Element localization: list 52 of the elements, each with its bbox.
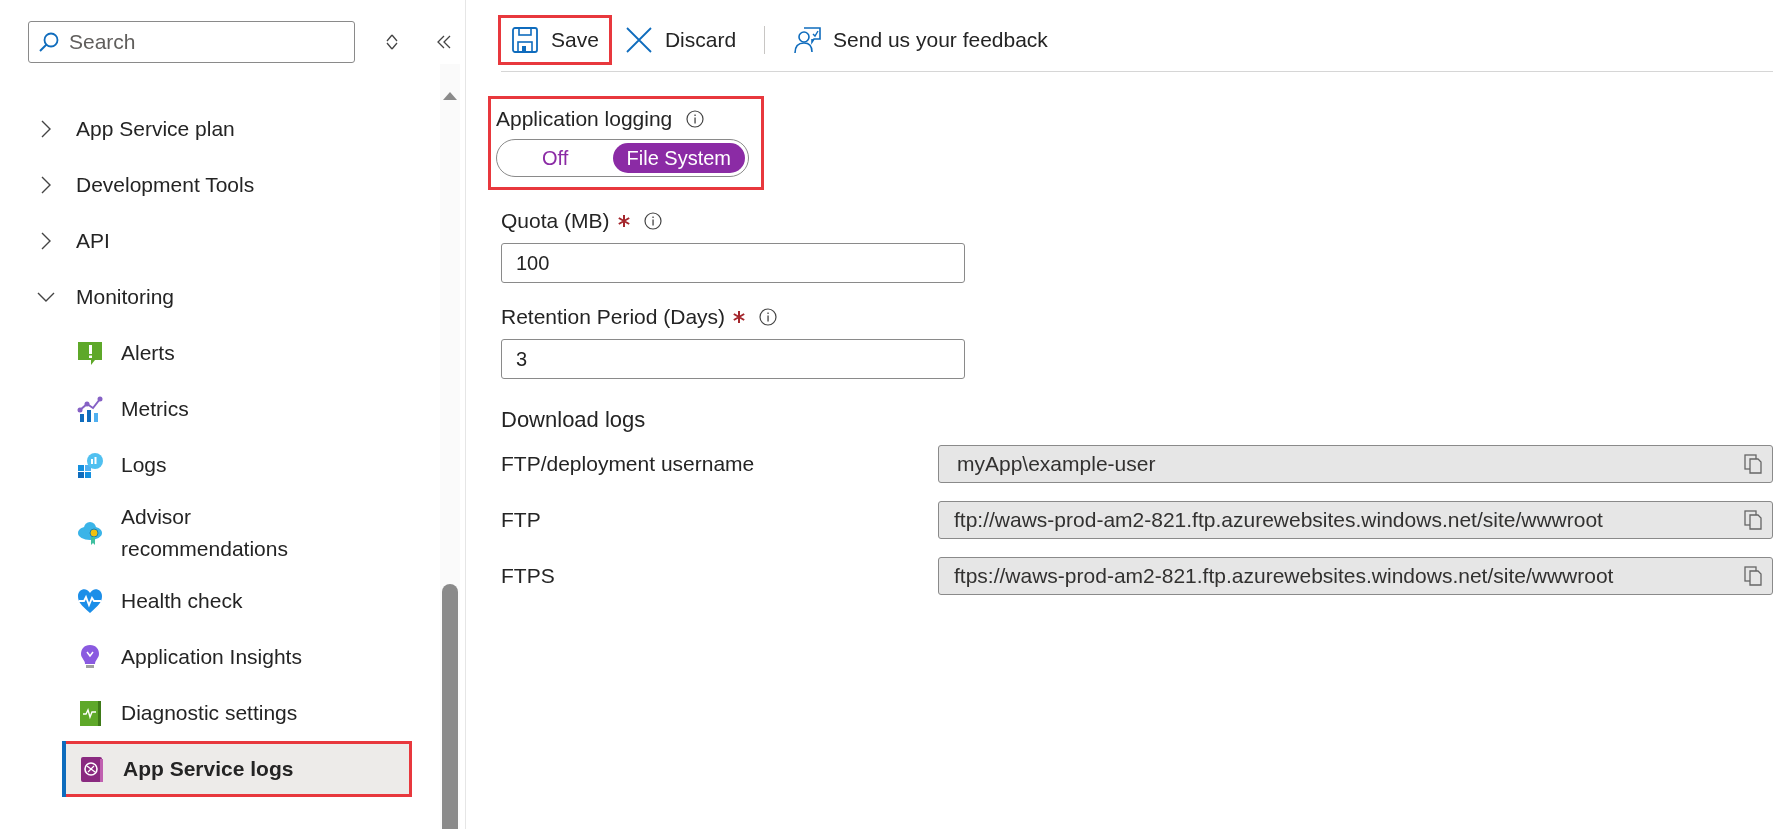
double-chevron-icon xyxy=(436,34,452,50)
logs-icon xyxy=(77,451,103,479)
info-icon xyxy=(643,212,662,230)
nav-item[interactable]: Application Insights xyxy=(0,629,412,685)
nav-group-label[interactable]: Development Tools xyxy=(76,173,255,197)
scroll-up-icon xyxy=(443,90,457,100)
nav-item[interactable]: Advisor recommendations xyxy=(0,493,412,573)
text-field[interactable]: 3 xyxy=(501,339,965,379)
nav-item[interactable]: Alerts xyxy=(0,325,412,381)
field-label: FTP/deployment username xyxy=(501,452,756,476)
close-icon xyxy=(624,26,653,54)
readonly-field[interactable]: ftp://waws-prod-am2-821.ftp.azurewebsites.windows.net/site/wwwroot xyxy=(938,501,1773,539)
feedback-button[interactable]: Send us your feedback xyxy=(783,18,1058,62)
search-icon xyxy=(38,31,60,53)
chart-icon xyxy=(77,395,103,423)
nav-group-label[interactable]: App Service plan xyxy=(76,117,235,141)
cloud-badge-icon xyxy=(77,519,103,547)
alert-icon xyxy=(77,339,103,367)
copy-icon xyxy=(1744,454,1762,474)
field-label: FTP xyxy=(501,508,542,532)
field-label: Retention Period (Days) xyxy=(501,305,726,329)
nav-item[interactable]: Metrics xyxy=(0,381,412,437)
nav-item[interactable]: Health check xyxy=(0,573,412,629)
info-icon xyxy=(686,110,705,128)
toggle-option[interactable]: Off xyxy=(528,143,583,173)
text-field[interactable]: 100 xyxy=(501,243,965,283)
search-field[interactable]: Search xyxy=(28,21,355,63)
nav-item[interactable]: Diagnostic settings xyxy=(0,685,412,741)
discard-button[interactable]: Discard xyxy=(614,18,747,62)
section-heading: Download logs xyxy=(501,407,647,433)
copy-icon xyxy=(1744,566,1762,586)
scrollbar[interactable] xyxy=(440,64,460,829)
book-icon xyxy=(79,755,105,783)
scrollbar-thumb[interactable] xyxy=(442,584,458,829)
field-label: Application logging xyxy=(496,107,673,131)
copy-icon xyxy=(1744,510,1762,530)
toggle-option[interactable]: File System xyxy=(612,143,745,173)
feedback-icon xyxy=(793,26,822,54)
sort-icon xyxy=(385,33,399,51)
book-icon xyxy=(77,699,103,727)
save-button[interactable]: Save xyxy=(501,18,609,62)
field-label: FTPS xyxy=(501,564,556,588)
nav-group-label[interactable]: Monitoring xyxy=(76,285,175,309)
readonly-field[interactable]: ftps://waws-prod-am2-821.ftp.azurewebsites.windows.net/site/wwwroot xyxy=(938,557,1773,595)
nav-item[interactable]: Logs xyxy=(0,437,412,493)
info-icon xyxy=(759,308,778,326)
nav-group-label[interactable]: API xyxy=(76,229,110,253)
nav-item[interactable]: App Service logs xyxy=(62,741,412,797)
readonly-field[interactable]: myApp\example-user xyxy=(938,445,1773,483)
heart-pulse-icon xyxy=(77,587,103,615)
field-label: Quota (MB) xyxy=(501,209,610,233)
save-icon xyxy=(511,26,539,54)
